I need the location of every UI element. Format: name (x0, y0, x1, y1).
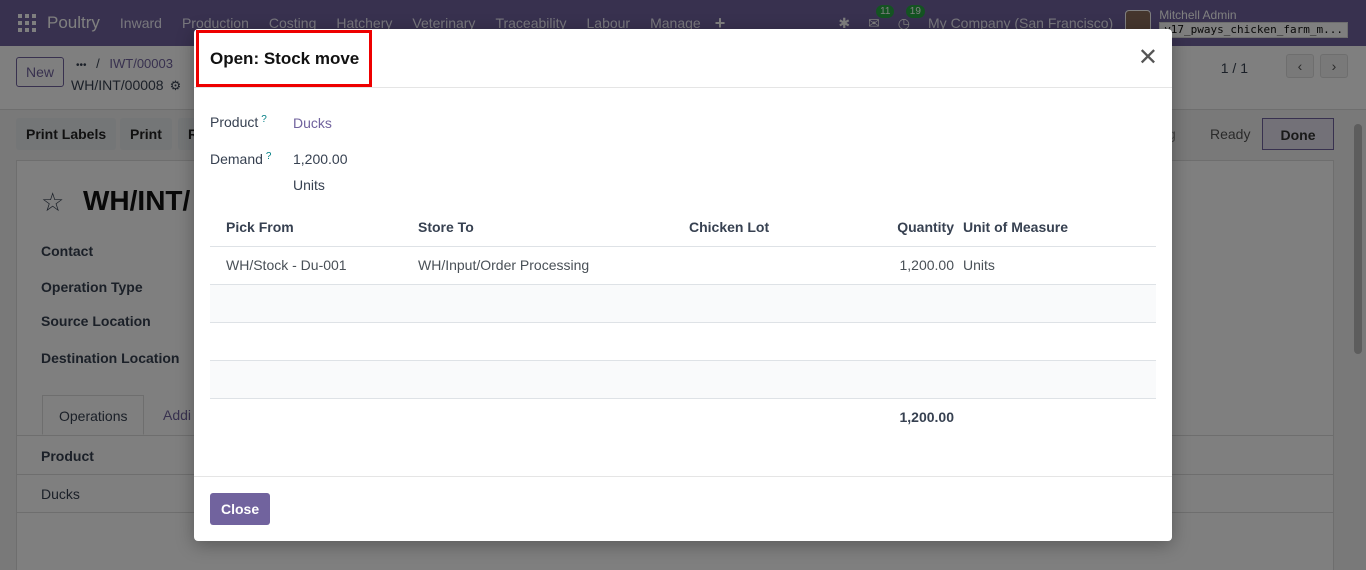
demand-uom: Units (293, 177, 325, 193)
demand-value: 1,200.00 (293, 151, 348, 167)
dialog-title: Open: Stock move (210, 49, 360, 68)
product-value[interactable]: Ducks (293, 115, 332, 131)
row-quantity[interactable]: 1,200.00 (850, 246, 955, 284)
product-label: Product? (210, 114, 267, 130)
header-divider (210, 246, 1156, 247)
help-icon[interactable]: ? (261, 114, 267, 125)
help-icon[interactable]: ? (266, 151, 272, 162)
dialog-footer: Close (194, 476, 1172, 541)
demand-label-text: Demand (210, 151, 263, 167)
row-pick-from[interactable]: WH/Stock - Du-001 (226, 246, 347, 284)
total-quantity: 1,200.00 (899, 409, 955, 425)
product-label-text: Product (210, 114, 259, 130)
column-store-to[interactable]: Store To (418, 208, 474, 246)
dialog-header: Open: Stock move ✕ (194, 29, 1172, 88)
column-pick-from[interactable]: Pick From (226, 208, 294, 246)
close-button[interactable]: Close (210, 493, 271, 525)
column-unit-of-measure[interactable]: Unit of Measure (963, 208, 1068, 246)
demand-label: Demand? (210, 151, 271, 167)
row-divider (210, 398, 1156, 399)
column-chicken-lot[interactable]: Chicken Lot (689, 208, 769, 246)
empty-row (210, 285, 1156, 323)
close-icon[interactable]: ✕ (1138, 46, 1158, 70)
empty-row (210, 361, 1156, 399)
row-store-to[interactable]: WH/Input/Order Processing (418, 246, 589, 284)
row-divider (210, 322, 1156, 323)
stock-move-dialog: Open: Stock move ✕ Product? Ducks Demand… (194, 29, 1172, 541)
row-uom[interactable]: Units (963, 246, 995, 284)
column-quantity[interactable]: Quantity (850, 208, 954, 246)
